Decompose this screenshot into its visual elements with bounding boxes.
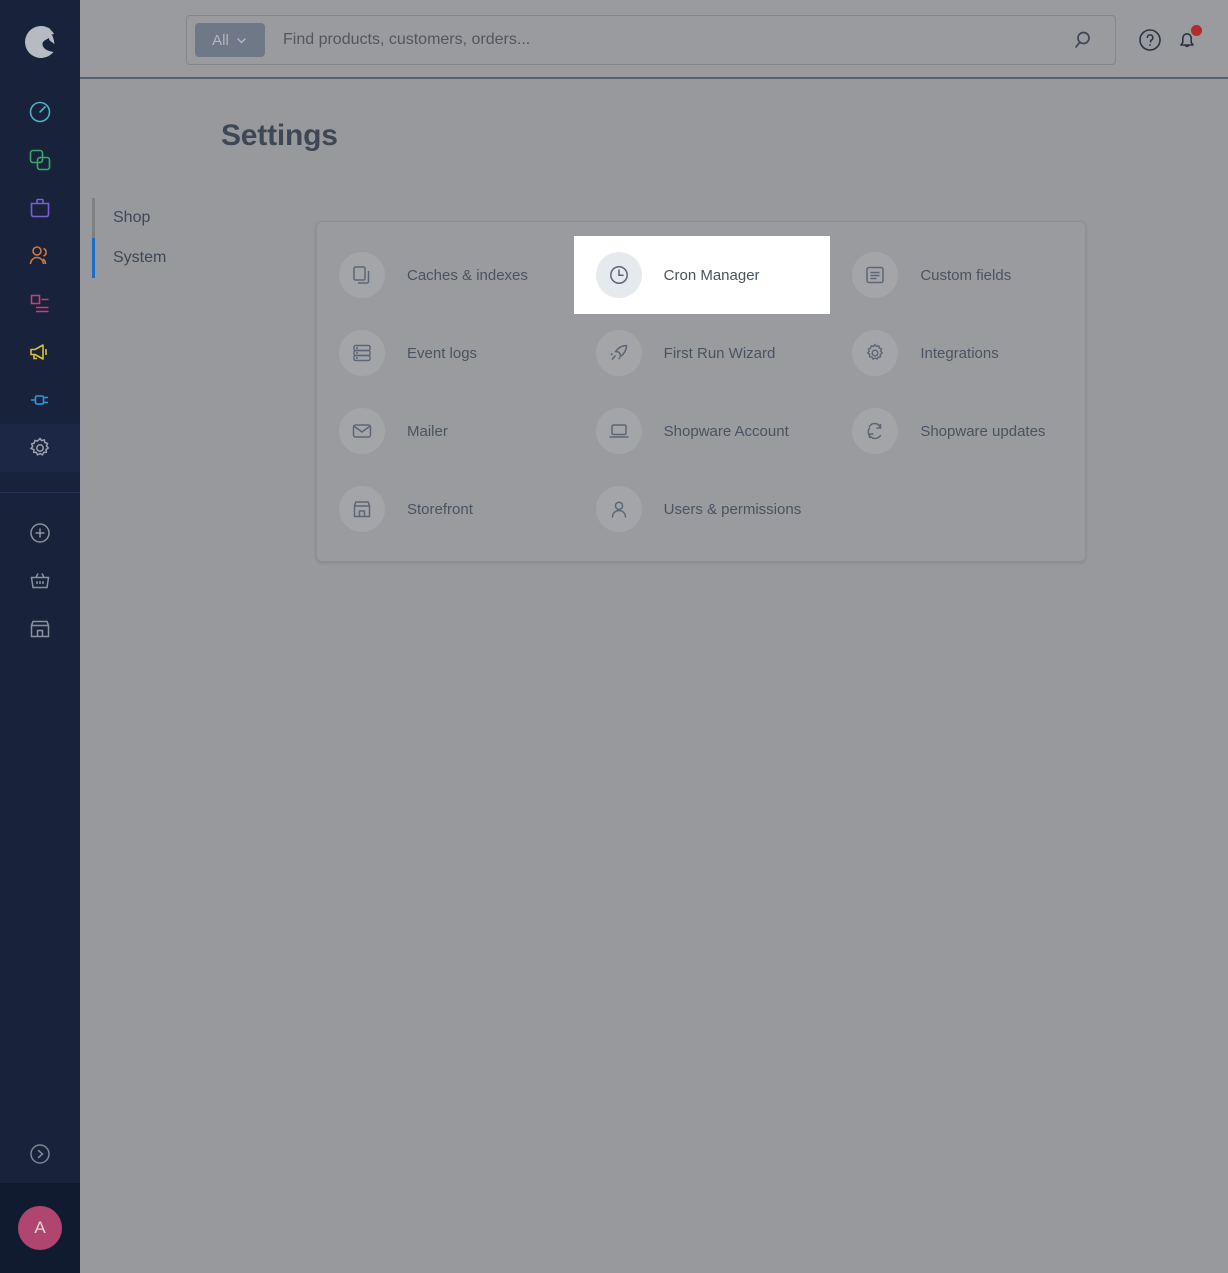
shopware-logo-icon[interactable] (0, 0, 80, 80)
sidebar-item-settings[interactable] (0, 424, 80, 472)
settings-tile-label: Shopware updates (920, 422, 1046, 440)
expand-sidebar-button[interactable] (0, 1125, 80, 1183)
settings-tile-integrations[interactable]: Integrations (830, 314, 1087, 392)
main-content: Settings Shop System Caches & indexes Cr… (80, 79, 1228, 1273)
refresh-sync-icon (852, 408, 899, 454)
sidebar-item-extensions[interactable] (0, 376, 80, 424)
tab-system[interactable]: System (92, 238, 292, 278)
settings-tab-list: Shop System (92, 198, 292, 278)
sidebar-divider (0, 492, 80, 493)
list-box-icon (852, 252, 899, 298)
tab-shop[interactable]: Shop (92, 198, 292, 238)
help-circle-icon[interactable] (1136, 26, 1164, 54)
settings-tile-users-permissions[interactable]: Users & permissions (574, 470, 831, 548)
settings-tile-label: Mailer (407, 422, 448, 440)
sidebar-item-basket[interactable] (0, 557, 80, 605)
settings-tile-label: Caches & indexes (407, 266, 528, 284)
settings-tile-cron-manager[interactable]: Cron Manager (573, 236, 831, 314)
settings-tile-custom-fields[interactable]: Custom fields (830, 236, 1087, 314)
settings-tile-first-run-wizard[interactable]: First Run Wizard (574, 314, 831, 392)
sidebar-item-orders[interactable] (0, 184, 80, 232)
rocket-icon (595, 330, 642, 376)
storefront-icon (339, 486, 385, 532)
copy-documents-icon (339, 252, 385, 298)
bell-icon[interactable] (1173, 25, 1202, 54)
settings-tile-label: Custom fields (920, 266, 1012, 284)
envelope-icon (339, 408, 385, 454)
sidebar-item-catalogues[interactable] (0, 136, 80, 184)
main-sidebar: A (0, 0, 80, 1273)
search-scope-label: All (212, 31, 229, 49)
chevron-down-icon (237, 37, 246, 44)
search-bar: All (186, 15, 1116, 65)
search-input[interactable] (283, 31, 1055, 49)
user-area: A (0, 1183, 80, 1273)
settings-tile-shopware-updates[interactable]: Shopware updates (830, 392, 1087, 470)
notification-dot (1191, 25, 1202, 36)
settings-tile-grid: Caches & indexes Cron Manager Custom fie… (317, 222, 1087, 563)
settings-tile-storefront[interactable]: Storefront (317, 470, 574, 548)
sidebar-item-storefront[interactable] (0, 605, 80, 653)
settings-tile-label: Storefront (407, 500, 473, 518)
settings-tile-mailer[interactable]: Mailer (317, 392, 574, 470)
search-icon[interactable] (1055, 16, 1115, 64)
database-icon (339, 330, 385, 376)
page-title: Settings (221, 119, 338, 152)
sidebar-item-marketing[interactable] (0, 328, 80, 376)
settings-tile-label: Event logs (407, 344, 478, 362)
sidebar-item-add-new[interactable] (0, 509, 80, 557)
gear-icon (852, 330, 899, 376)
sidebar-secondary-nav (0, 509, 80, 653)
settings-tile-event-logs[interactable]: Event logs (317, 314, 574, 392)
sidebar-primary-nav (0, 88, 80, 472)
settings-card: Caches & indexes Cron Manager Custom fie… (316, 221, 1086, 562)
settings-tile-shopware-account[interactable]: Shopware Account (574, 392, 831, 470)
clock-icon (595, 252, 642, 298)
tab-shop-label: Shop (113, 209, 151, 226)
admin-app: A All Find products, customers, orders..… (0, 0, 1228, 1273)
sidebar-item-customers[interactable] (0, 232, 80, 280)
settings-tile-label: Integrations (920, 344, 999, 362)
tab-system-label: System (113, 249, 167, 266)
search-scope-dropdown[interactable]: All (195, 23, 265, 57)
settings-tile-caches-indexes[interactable]: Caches & indexes (317, 236, 574, 314)
user-icon (595, 486, 642, 532)
settings-tile-label: Shopware Account (663, 422, 789, 440)
laptop-icon (595, 408, 642, 454)
top-header: All (80, 0, 1228, 79)
settings-tile-label: Cron Manager (663, 266, 760, 284)
sidebar-item-dashboard[interactable] (0, 88, 80, 136)
settings-tile-label: Users & permissions (663, 500, 802, 518)
settings-tile-label: First Run Wizard (663, 344, 776, 362)
avatar[interactable]: A (18, 1206, 62, 1250)
sidebar-item-content[interactable] (0, 280, 80, 328)
